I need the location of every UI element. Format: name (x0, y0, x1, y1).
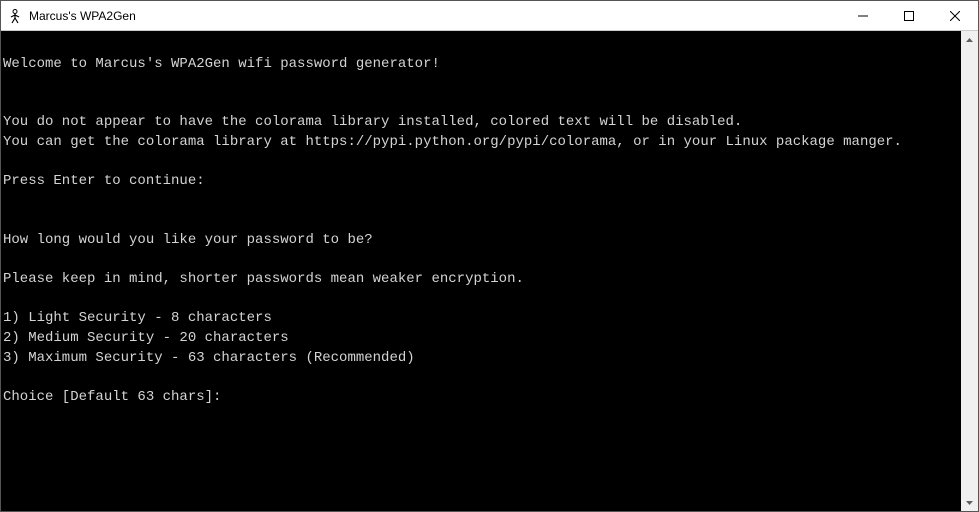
terminal-line: Please keep in mind, shorter passwords m… (3, 270, 959, 290)
terminal-line: 3) Maximum Security - 63 characters (Rec… (3, 349, 959, 369)
terminal-line (3, 74, 959, 94)
terminal-line: 2) Medium Security - 20 characters (3, 329, 959, 349)
terminal-line: You can get the colorama library at http… (3, 133, 959, 153)
chevron-down-icon (966, 501, 973, 505)
terminal-output[interactable]: Welcome to Marcus's WPA2Gen wifi passwor… (1, 31, 961, 511)
terminal-line (3, 368, 959, 388)
minimize-icon (858, 11, 868, 21)
close-icon (950, 11, 960, 21)
terminal-line (3, 211, 959, 231)
close-button[interactable] (932, 1, 978, 30)
terminal-line: You do not appear to have the colorama l… (3, 113, 959, 133)
terminal-line: How long would you like your password to… (3, 231, 959, 251)
window-controls (840, 1, 978, 30)
terminal-line (3, 192, 959, 212)
terminal-line: Welcome to Marcus's WPA2Gen wifi passwor… (3, 55, 959, 75)
scroll-down-button[interactable] (961, 494, 978, 511)
maximize-button[interactable] (886, 1, 932, 30)
minimize-button[interactable] (840, 1, 886, 30)
terminal-line: Press Enter to continue: (3, 172, 959, 192)
terminal-line (3, 153, 959, 173)
terminal-line: 1) Light Security - 8 characters (3, 309, 959, 329)
content-area: Welcome to Marcus's WPA2Gen wifi passwor… (1, 31, 978, 511)
app-icon (7, 8, 23, 24)
window-title: Marcus's WPA2Gen (29, 9, 136, 23)
title-left: Marcus's WPA2Gen (1, 8, 840, 24)
titlebar[interactable]: Marcus's WPA2Gen (1, 1, 978, 31)
terminal-line (3, 94, 959, 114)
terminal-line: Choice [Default 63 chars]: (3, 388, 959, 408)
maximize-icon (904, 11, 914, 21)
scroll-up-button[interactable] (961, 31, 978, 48)
chevron-up-icon (966, 38, 973, 42)
terminal-line (3, 35, 959, 55)
terminal-line (3, 290, 959, 310)
vertical-scrollbar[interactable] (961, 31, 978, 511)
terminal-line (3, 251, 959, 271)
application-window: Marcus's WPA2Gen Welcome to Marcus (0, 0, 979, 512)
scroll-track[interactable] (961, 48, 978, 494)
